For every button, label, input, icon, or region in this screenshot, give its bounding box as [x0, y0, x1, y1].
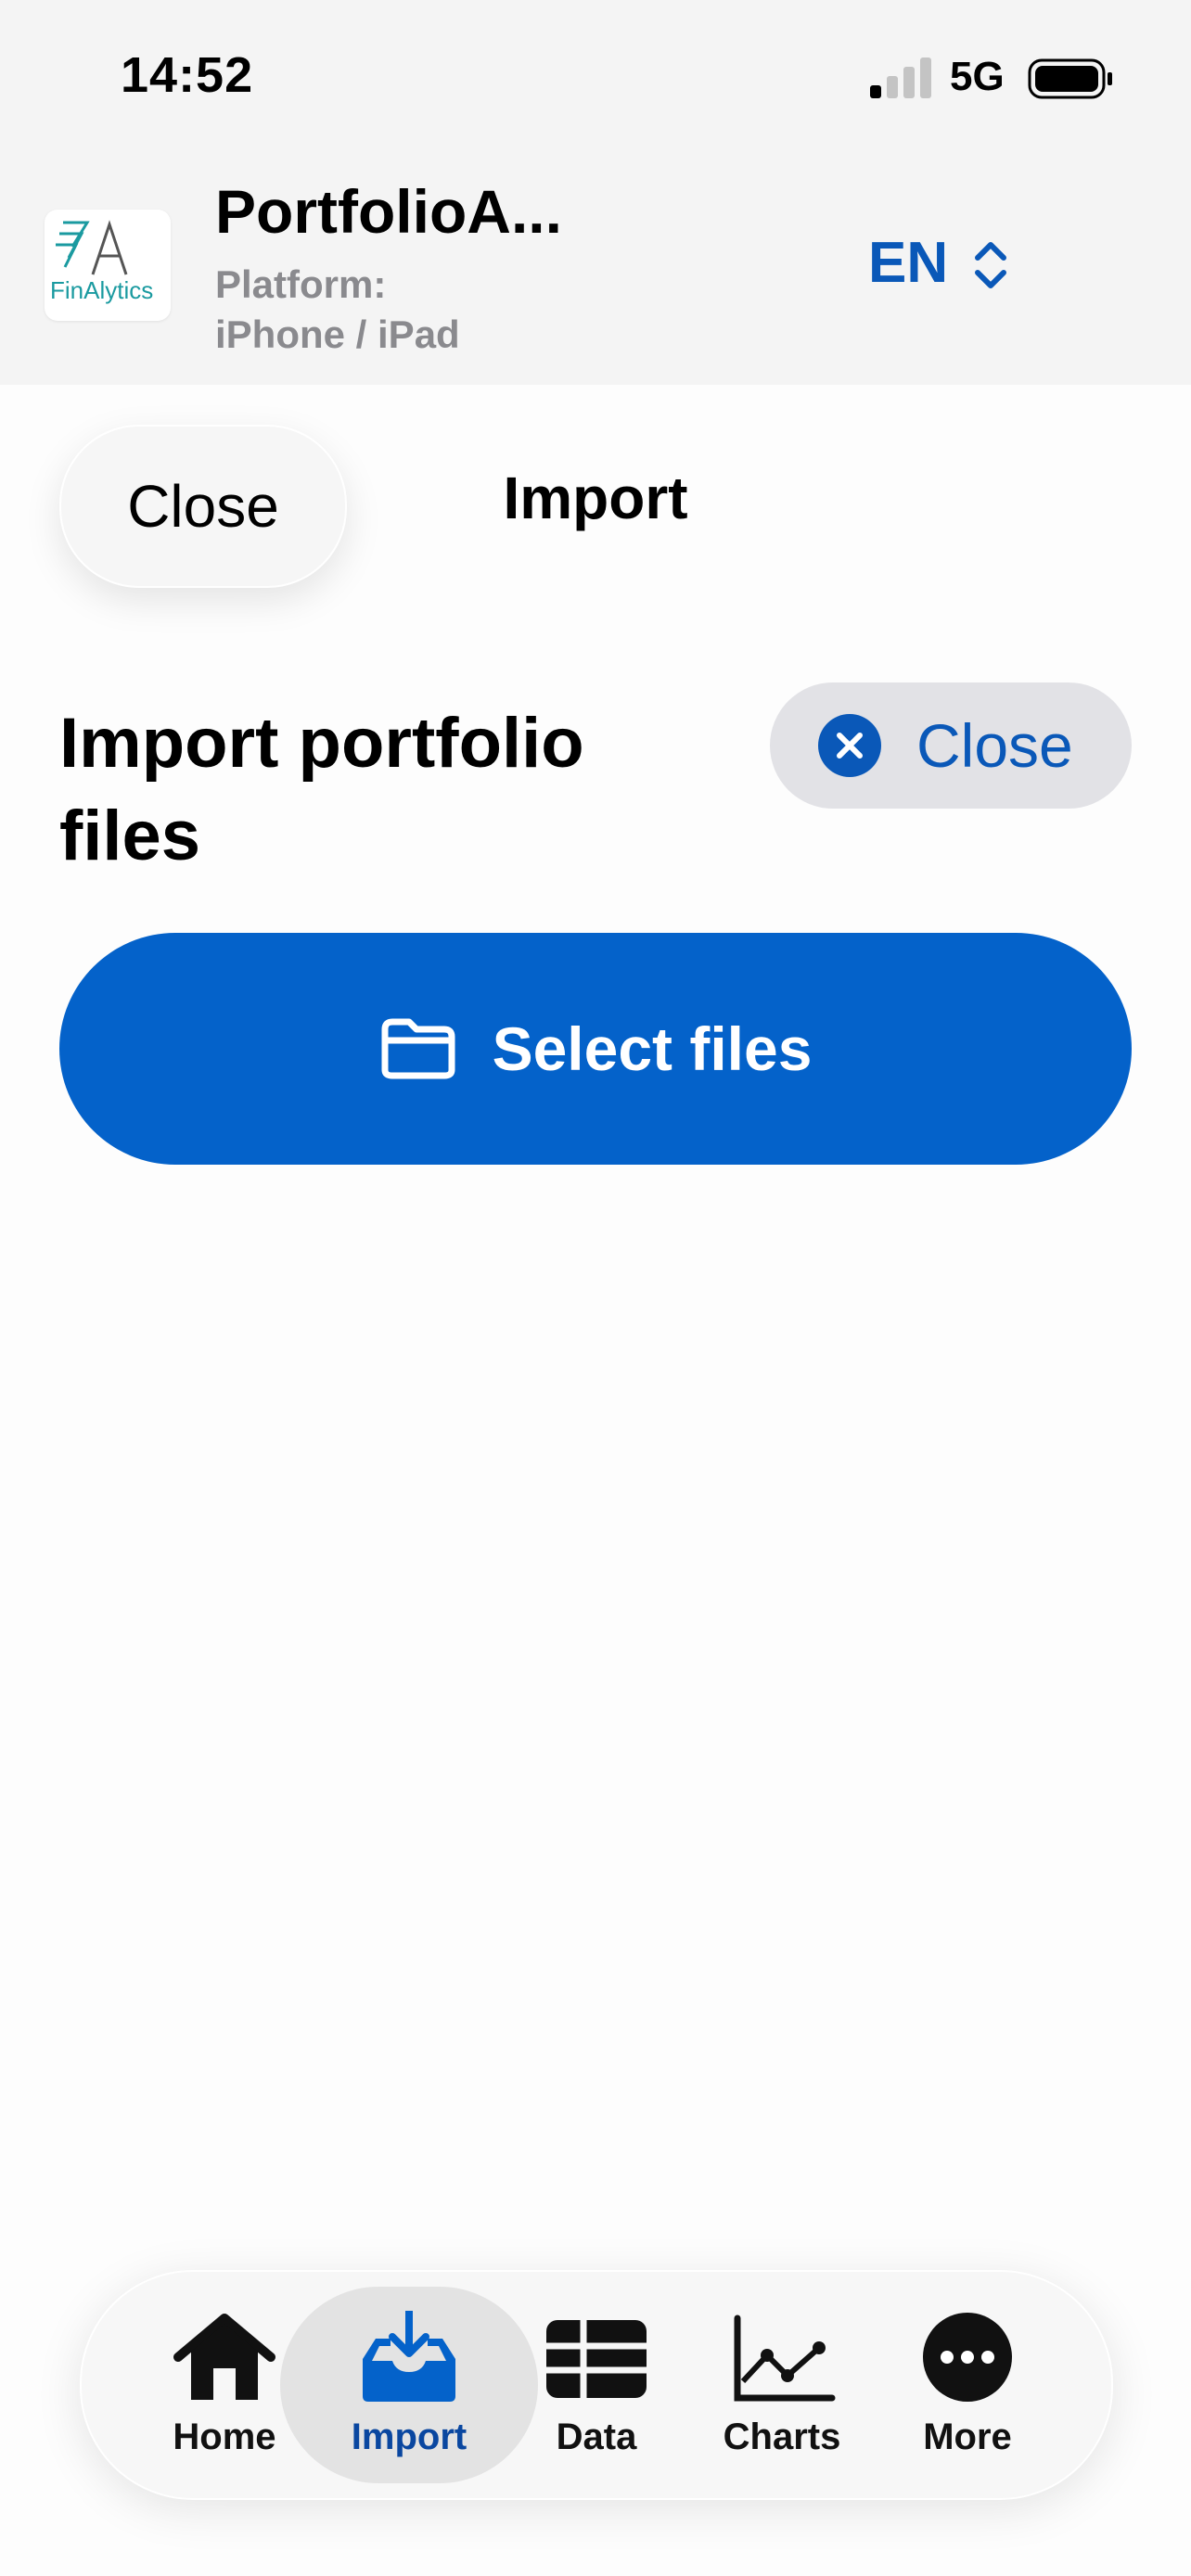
app-header — [0, 139, 1191, 385]
tab-home[interactable]: Home — [132, 2272, 317, 2498]
app-logo: FinAlytics — [45, 210, 171, 321]
tab-home-label: Home — [173, 2417, 276, 2457]
tab-data-label: Data — [556, 2417, 637, 2457]
close-circle-icon — [818, 714, 881, 777]
tab-more[interactable]: More — [875, 2272, 1060, 2498]
tab-import[interactable]: Import — [316, 2272, 502, 2498]
tab-import-label: Import — [351, 2417, 467, 2457]
folder-icon — [381, 1018, 455, 1079]
tray-download-icon — [363, 2311, 455, 2402]
select-files-button[interactable]: Select files — [59, 933, 1132, 1165]
tab-charts-label: Charts — [723, 2417, 841, 2457]
platform-line-2: iPhone / iPad — [215, 312, 460, 356]
network-type: 5G — [950, 54, 1005, 99]
battery-icon — [1028, 58, 1112, 99]
tab-more-label: More — [923, 2417, 1012, 2457]
ellipsis-circle-icon — [923, 2313, 1012, 2402]
chevron-up-down-icon[interactable] — [972, 237, 1009, 293]
line-chart-icon — [734, 2315, 836, 2402]
nav-title: Import — [503, 465, 688, 531]
house-icon — [173, 2314, 275, 2400]
tab-charts[interactable]: Charts — [689, 2272, 875, 2498]
platform-label: Platform: iPhone / iPad — [215, 260, 460, 360]
tab-data[interactable]: Data — [504, 2272, 689, 2498]
close-button[interactable]: Close — [770, 682, 1132, 809]
table-grid-icon — [546, 2320, 647, 2398]
platform-line-1: Platform: — [215, 262, 387, 306]
logo-text: FinAlytics — [50, 276, 153, 304]
select-files-label: Select files — [492, 1014, 813, 1083]
import-heading: Import portfolio files — [59, 704, 584, 875]
finalytics-logo-icon: FinAlytics — [50, 220, 153, 304]
tab-bar: Home Import Data Charts More — [80, 2270, 1113, 2500]
close-button-label: Close — [916, 711, 1073, 780]
app-title: PortfolioA... — [215, 177, 562, 246]
status-time: 14:52 — [121, 47, 254, 103]
signal-icon — [870, 57, 931, 98]
language-selector[interactable]: EN — [868, 230, 948, 296]
